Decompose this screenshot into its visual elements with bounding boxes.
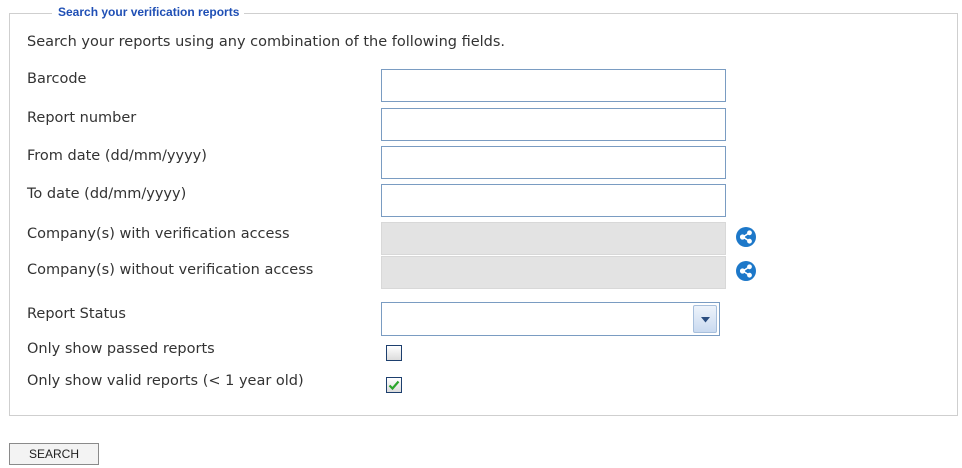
form-intro-text: Search your reports using any combinatio… — [27, 34, 506, 50]
report-status-label: Report Status — [27, 306, 126, 322]
share-icon[interactable] — [736, 261, 756, 281]
share-icon[interactable] — [736, 227, 756, 247]
chevron-down-icon[interactable] — [693, 305, 717, 333]
report-status-select[interactable] — [381, 302, 720, 336]
to-date-label: To date (dd/mm/yyyy) — [27, 186, 187, 202]
report-number-label: Report number — [27, 110, 137, 126]
companies-with-access-field — [381, 222, 726, 255]
to-date-input[interactable] — [381, 184, 726, 217]
from-date-input[interactable] — [381, 146, 726, 179]
companies-with-access-label: Company(s) with verification access — [27, 226, 290, 242]
only-valid-checkbox[interactable] — [386, 377, 402, 393]
only-valid-label: Only show valid reports (< 1 year old) — [27, 373, 304, 389]
check-icon — [388, 380, 400, 391]
from-date-label: From date (dd/mm/yyyy) — [27, 148, 207, 164]
companies-without-access-label: Company(s) without verification access — [27, 262, 314, 278]
only-passed-label: Only show passed reports — [27, 341, 215, 357]
search-button[interactable]: SEARCH — [9, 443, 99, 465]
barcode-input[interactable] — [381, 69, 726, 102]
barcode-label: Barcode — [27, 71, 87, 87]
fieldset-legend: Search your verification reports — [52, 4, 245, 20]
only-passed-checkbox[interactable] — [386, 345, 402, 361]
report-number-input[interactable] — [381, 108, 726, 141]
companies-without-access-field — [381, 256, 726, 289]
